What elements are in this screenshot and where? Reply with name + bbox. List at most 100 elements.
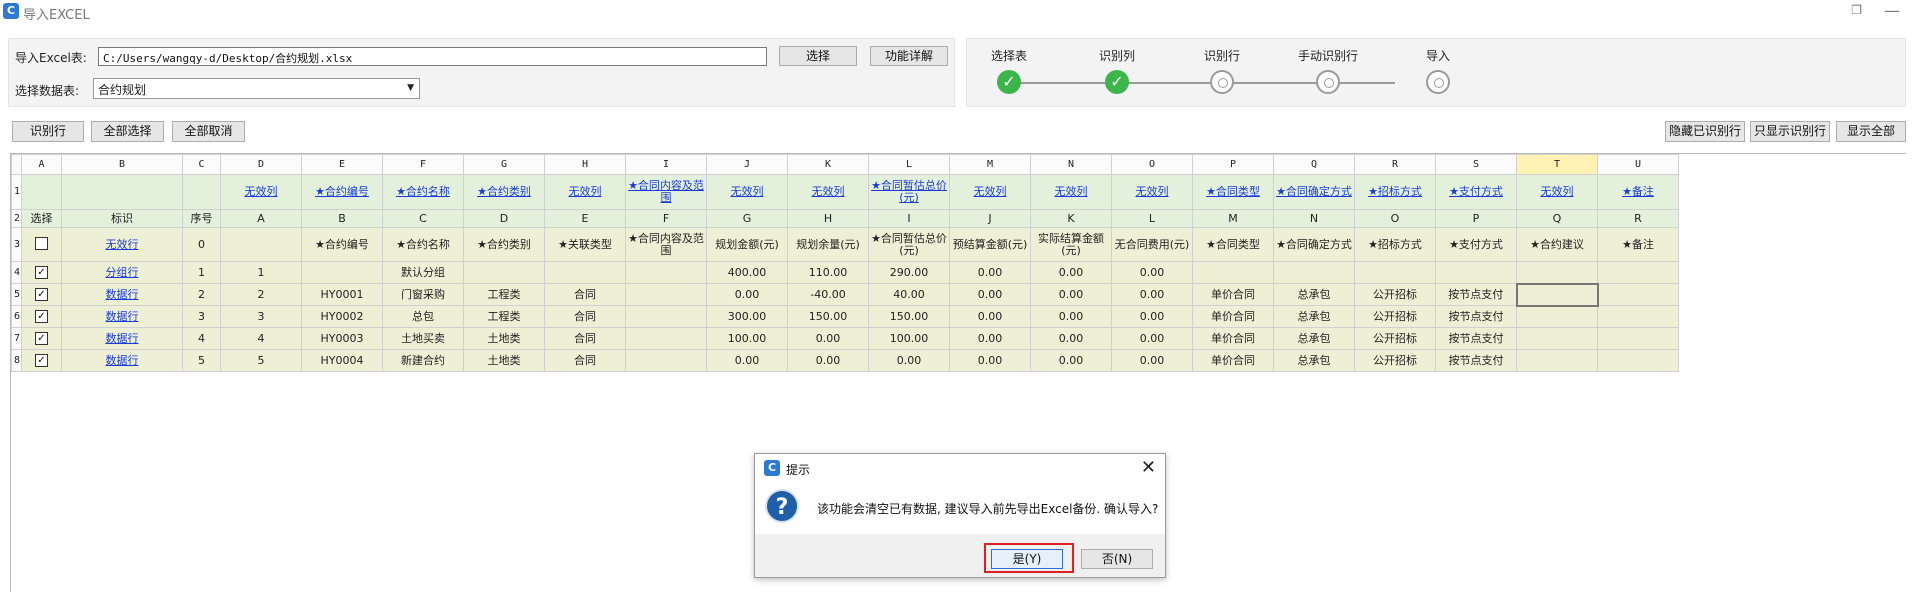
grid-cell: ★招标方式 [1354, 227, 1436, 262]
row-type-link[interactable]: 数据行 [61, 327, 183, 350]
dialog-app-icon: C [764, 460, 780, 476]
column-header[interactable]: O [1111, 154, 1193, 175]
grid-cell: 公开招标 [1354, 349, 1436, 372]
column-header[interactable]: Q [1273, 154, 1355, 175]
column-header[interactable]: C [182, 154, 221, 175]
cancel-all-button[interactable]: 全部取消 [172, 121, 245, 142]
column-mapping-link[interactable]: ★合同类型 [1192, 174, 1274, 210]
grid-cell: K [1030, 209, 1112, 228]
checkbox[interactable]: ✓ [35, 354, 48, 367]
column-header[interactable]: K [787, 154, 869, 175]
grid-cell: 规划余量(元) [787, 227, 869, 262]
grid-cell [1597, 261, 1679, 284]
column-header[interactable]: A [21, 154, 62, 175]
grid-cell: 单价合同 [1192, 327, 1274, 350]
column-header[interactable]: S [1435, 154, 1517, 175]
column-mapping-link[interactable]: ★支付方式 [1435, 174, 1517, 210]
show-only-identified-button[interactable]: 只显示识别行 [1750, 121, 1830, 142]
row-type-link[interactable]: 数据行 [61, 305, 183, 328]
column-mapping-link[interactable]: 无效列 [1111, 174, 1193, 210]
column-mapping-link[interactable]: ★合约名称 [382, 174, 464, 210]
select-checkbox-cell[interactable]: ✓ [21, 261, 62, 284]
row-number[interactable]: 5 [11, 283, 22, 306]
grid-cell: 公开招标 [1354, 283, 1436, 306]
checkbox[interactable]: ✓ [35, 310, 48, 323]
step-pending-icon [1316, 70, 1340, 94]
column-header[interactable]: L [868, 154, 950, 175]
column-mapping-link[interactable]: 无效列 [1030, 174, 1112, 210]
row-number[interactable]: 2 [11, 209, 22, 228]
column-mapping-link[interactable]: ★合约类别 [463, 174, 545, 210]
column-header[interactable]: P [1192, 154, 1274, 175]
row-number[interactable]: 3 [11, 227, 22, 262]
checkbox[interactable]: ✓ [35, 332, 48, 345]
column-header[interactable]: M [949, 154, 1031, 175]
restore-icon[interactable]: ❐ [1851, 3, 1862, 17]
grid-cell: ★备注 [1597, 227, 1679, 262]
checkbox[interactable]: ✓ [35, 288, 48, 301]
grid-cell: 150.00 [868, 305, 950, 328]
row-number[interactable]: 7 [11, 327, 22, 350]
select-checkbox-cell[interactable] [21, 227, 62, 262]
select-checkbox-cell[interactable]: ✓ [21, 327, 62, 350]
show-all-button[interactable]: 显示全部 [1836, 121, 1906, 142]
select-file-button[interactable]: 选择 [779, 46, 857, 66]
select-checkbox-cell[interactable]: ✓ [21, 305, 62, 328]
row-number[interactable]: 8 [11, 349, 22, 372]
close-icon[interactable]: ✕ [1141, 457, 1156, 478]
column-mapping-link[interactable]: 无效列 [706, 174, 788, 210]
excel-path-input[interactable]: C:/Users/wangqy-d/Desktop/合约规划.xlsx [98, 47, 767, 66]
row-type-link[interactable]: 分组行 [61, 261, 183, 284]
column-mapping-link[interactable]: ★合约编号 [301, 174, 383, 210]
select-checkbox-cell[interactable]: ✓ [21, 283, 62, 306]
select-checkbox-cell[interactable]: ✓ [21, 349, 62, 372]
row-number[interactable]: 4 [11, 261, 22, 284]
column-header[interactable]: G [463, 154, 545, 175]
feature-detail-button[interactable]: 功能详解 [870, 46, 948, 66]
hide-identified-rows-button[interactable]: 隐藏已识别行 [1665, 121, 1745, 142]
minimize-icon[interactable]: — [1884, 1, 1900, 20]
row-number[interactable]: 1 [11, 174, 22, 210]
grid-cell: 土地类 [463, 327, 545, 350]
column-header[interactable]: H [544, 154, 626, 175]
column-mapping-link[interactable]: 无效列 [787, 174, 869, 210]
column-header[interactable]: I [625, 154, 707, 175]
column-mapping-link[interactable]: 无效列 [1516, 174, 1598, 210]
column-mapping-link[interactable]: ★合同内容及范围 [625, 174, 707, 210]
grid-cell: 合同 [544, 283, 626, 306]
checkbox[interactable]: ✓ [35, 266, 48, 279]
grid-cell: 公开招标 [1354, 327, 1436, 350]
column-mapping-link[interactable]: 无效列 [220, 174, 302, 210]
column-mapping-link[interactable]: 无效列 [544, 174, 626, 210]
checkbox[interactable] [35, 236, 48, 250]
no-button[interactable]: 否(N) [1081, 549, 1153, 569]
column-header[interactable]: U [1597, 154, 1679, 175]
column-mapping-link[interactable]: ★备注 [1597, 174, 1679, 210]
column-header[interactable]: J [706, 154, 788, 175]
column-header[interactable]: R [1354, 154, 1436, 175]
column-header[interactable]: T [1516, 154, 1598, 175]
column-header[interactable]: N [1030, 154, 1112, 175]
yes-button[interactable]: 是(Y) [991, 549, 1063, 569]
column-mapping-link[interactable]: ★招标方式 [1354, 174, 1436, 210]
row-type-link[interactable]: 数据行 [61, 349, 183, 372]
step-label: 导入 [1425, 49, 1450, 63]
row-number[interactable]: 6 [11, 305, 22, 328]
select-all-button[interactable]: 全部选择 [91, 121, 164, 142]
row-type-link[interactable]: 数据行 [61, 283, 183, 306]
grid-cell [1273, 261, 1355, 284]
grid-cell: 0.00 [1030, 261, 1112, 284]
grid-cell: 新建合约 [382, 349, 464, 372]
column-mapping-link[interactable]: ★合同确定方式 [1273, 174, 1355, 210]
column-header[interactable]: E [301, 154, 383, 175]
row-type-link[interactable]: 无效行 [61, 227, 183, 262]
column-mapping-link[interactable]: 无效列 [949, 174, 1031, 210]
column-header[interactable]: D [220, 154, 302, 175]
column-header[interactable]: F [382, 154, 464, 175]
step-label: 选择表 [990, 49, 1027, 63]
column-mapping-link[interactable]: ★合同暂估总价(元) [868, 174, 950, 210]
sheet-select[interactable]: 合约规划 ▼ [93, 78, 420, 99]
grid-cell: 合同 [544, 349, 626, 372]
identify-rows-button[interactable]: 识别行 [12, 121, 84, 142]
column-header[interactable]: B [61, 154, 183, 175]
